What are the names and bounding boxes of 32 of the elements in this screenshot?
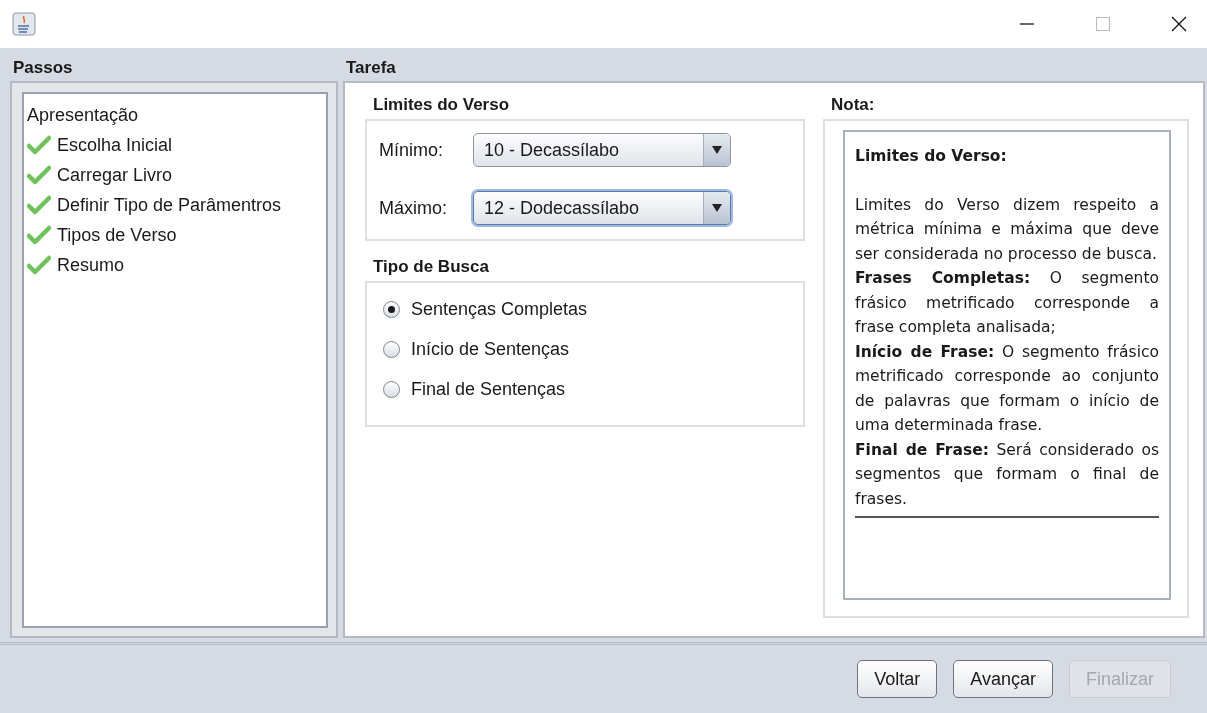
caret-icon xyxy=(712,203,722,213)
note-paragraph: Final de Frase: Será considerado os segmentos que formam o final de frases. xyxy=(855,439,1159,510)
wizard-button[interactable]: Avançar xyxy=(953,660,1053,698)
group-title: Limites do Verso xyxy=(372,94,511,116)
group-title: Tipo de Busca xyxy=(372,256,490,278)
step-label: Escolha Inicial xyxy=(57,134,173,156)
step-label: Carregar Livro xyxy=(57,164,173,186)
note-paragraph: Frases Completas: O segmento frásico metrificado corresponde a frase completa analisada; xyxy=(855,268,1159,338)
dropdown[interactable]: 10 - Decassílabo xyxy=(473,133,731,167)
step-label: Tipos de Verso xyxy=(57,224,177,246)
radio-button[interactable] xyxy=(383,300,400,318)
panel-title: Tarefa xyxy=(345,58,397,79)
radio-label[interactable]: Início de Sentenças xyxy=(411,338,570,360)
caret-icon xyxy=(712,145,722,155)
step-label: Definir Tipo de Parâmentros xyxy=(57,194,282,216)
note-heading: Limites do Verso: xyxy=(855,146,1008,167)
radio-label[interactable]: Final de Sentenças xyxy=(411,378,566,400)
note-paragraph: Início de Frase: O segmento frásico metrificado corresponde ao conjunto de palavras que formam o início de uma determinada frase. xyxy=(855,341,1159,436)
radio-label[interactable]: Sentenças Completas xyxy=(411,298,588,320)
panel-title: Passos xyxy=(12,58,74,79)
radio-button[interactable] xyxy=(383,380,400,398)
dropdown[interactable]: 12 - Dodecassílabo xyxy=(473,191,731,225)
field-label: Mínimo: xyxy=(379,139,444,161)
step-label: Resumo xyxy=(57,254,125,276)
group-title: Nota: xyxy=(830,94,876,116)
app-icon xyxy=(12,12,36,36)
wizard-button[interactable]: Voltar xyxy=(857,660,938,698)
radio-button[interactable] xyxy=(383,340,400,358)
field-label: Máximo: xyxy=(379,197,448,219)
note-paragraph: Limites do Verso dizem respeito a métrica mínima e máxima que deve ser considerada no processo de busca. xyxy=(855,194,1159,265)
close-icon[interactable] xyxy=(1171,16,1187,32)
step-label: Apresentação xyxy=(27,104,139,126)
